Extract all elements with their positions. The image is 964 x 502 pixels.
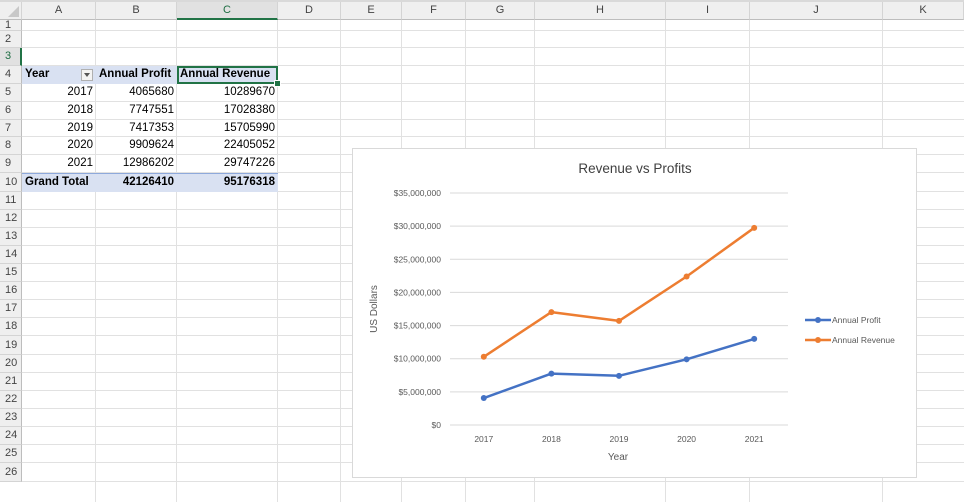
row-header-14[interactable]: 14 <box>0 246 22 264</box>
legend-marker-annual-revenue <box>815 337 821 343</box>
column-header-e[interactable]: E <box>341 2 402 20</box>
row-header-20[interactable]: 20 <box>0 355 22 373</box>
x-axis-label: Year <box>608 452 629 463</box>
grand-total-value[interactable]: 95176318 <box>177 173 278 192</box>
y-tick-label: $25,000,000 <box>394 254 442 264</box>
row-header-6[interactable]: 6 <box>0 102 22 120</box>
data-point-annual-profit <box>616 372 622 379</box>
pivot-value-cell[interactable]: 22405052 <box>177 137 278 155</box>
row-header-8[interactable]: 8 <box>0 137 22 155</box>
pivot-value-cell[interactable]: 9909624 <box>96 137 177 155</box>
data-point-annual-profit <box>683 356 690 363</box>
chart-title: Revenue vs Profits <box>578 161 692 176</box>
fill-handle[interactable] <box>274 80 281 87</box>
y-tick-label: $20,000,000 <box>394 287 442 297</box>
row-header-17[interactable]: 17 <box>0 300 22 318</box>
x-tick-label: 2017 <box>474 434 493 444</box>
row-header-24[interactable]: 24 <box>0 427 22 445</box>
row-header-4[interactable]: 4 <box>0 66 22 84</box>
pivot-year-cell[interactable]: 2020 <box>22 137 96 155</box>
column-header-c[interactable]: C <box>177 2 278 20</box>
legend-label-annual-profit: Annual Profit <box>832 315 881 325</box>
pivot-value-cell[interactable]: 17028380 <box>177 102 278 120</box>
row-header-19[interactable]: 19 <box>0 336 22 355</box>
y-tick-label: $30,000,000 <box>394 221 442 231</box>
row-header-18[interactable]: 18 <box>0 318 22 336</box>
x-tick-label: 2021 <box>745 434 764 444</box>
pivot-value-cell[interactable]: 10289670 <box>177 84 278 102</box>
grid-row-line <box>22 481 964 482</box>
row-header-15[interactable]: 15 <box>0 264 22 282</box>
row-header-1[interactable]: 1 <box>0 20 22 31</box>
grid-row-line <box>22 30 964 31</box>
y-tick-label: $15,000,000 <box>394 321 442 331</box>
column-header-f[interactable]: F <box>402 2 466 20</box>
pivot-value-cell[interactable]: 4065680 <box>96 84 177 102</box>
x-tick-label: 2019 <box>610 434 629 444</box>
column-header-a[interactable]: A <box>22 2 96 20</box>
row-header-3[interactable]: 3 <box>0 48 22 66</box>
row-header-13[interactable]: 13 <box>0 228 22 246</box>
data-point-annual-revenue <box>683 273 690 280</box>
pivot-value-cell[interactable]: 15705990 <box>177 120 278 137</box>
grid-column-line <box>340 20 341 502</box>
row-header-2[interactable]: 2 <box>0 31 22 48</box>
column-header-j[interactable]: J <box>750 2 883 20</box>
row-header-9[interactable]: 9 <box>0 155 22 173</box>
pivot-year-cell[interactable]: 2017 <box>22 84 96 102</box>
pivot-year-cell[interactable]: 2019 <box>22 120 96 137</box>
series-line-annual-profit <box>483 337 755 400</box>
x-tick-label: 2018 <box>542 434 561 444</box>
spreadsheet-grid[interactable]: ABCDEFGHIJK 1 2 3 4 5 6 7 8 9 10 11 12 13 14 15 16 17 18 1… <box>0 0 964 502</box>
row-header-22[interactable]: 22 <box>0 391 22 409</box>
row-header-26[interactable]: 26 <box>0 463 22 482</box>
grand-total-label[interactable]: Grand Total <box>22 173 96 192</box>
filter-dropdown-button[interactable] <box>81 69 93 81</box>
row-header-21[interactable]: 21 <box>0 373 22 391</box>
grand-total-value[interactable]: 42126410 <box>96 173 177 192</box>
grid-row-line <box>22 47 964 48</box>
y-axis-label: US Dollars <box>369 285 380 333</box>
row-header-23[interactable]: 23 <box>0 409 22 427</box>
column-header-d[interactable]: D <box>278 2 341 20</box>
y-tick-label: $35,000,000 <box>394 188 442 198</box>
data-point-annual-revenue <box>751 224 758 231</box>
pivot-value-cell[interactable]: 7417353 <box>96 120 177 137</box>
pivot-header-annual-profit[interactable]: Annual Profit <box>96 66 177 84</box>
y-tick-label: $10,000,000 <box>394 354 442 364</box>
column-header-i[interactable]: I <box>666 2 750 20</box>
row-header-10[interactable]: 10 <box>0 173 22 192</box>
column-header-h[interactable]: H <box>535 2 666 20</box>
pivot-value-cell[interactable]: 29747226 <box>177 155 278 173</box>
column-header-b[interactable]: B <box>96 2 177 20</box>
line-chart[interactable]: Revenue vs Profits $0 $5,000,000 $10,000,00… <box>352 148 917 478</box>
chart-canvas: Revenue vs Profits $0 $5,000,000 $10,000,00… <box>369 161 895 463</box>
pivot-year-cell[interactable]: 2021 <box>22 155 96 173</box>
data-point-annual-profit <box>548 370 555 377</box>
row-header-7[interactable]: 7 <box>0 120 22 137</box>
data-point-annual-revenue <box>548 309 555 316</box>
data-point-annual-profit <box>480 395 487 402</box>
x-tick-label: 2020 <box>677 434 696 444</box>
row-header-11[interactable]: 11 <box>0 192 22 210</box>
select-all-corner[interactable] <box>0 2 22 20</box>
pivot-year-cell[interactable]: 2018 <box>22 102 96 120</box>
legend-label-annual-revenue: Annual Revenue <box>832 335 895 345</box>
data-point-annual-revenue <box>480 353 487 360</box>
pivot-value-cell[interactable]: 7747551 <box>96 102 177 120</box>
row-header-25[interactable]: 25 <box>0 445 22 463</box>
pivot-value-cell[interactable]: 12986202 <box>96 155 177 173</box>
row-header-5[interactable]: 5 <box>0 84 22 102</box>
y-tick-label: $0 <box>432 420 442 430</box>
row-header-16[interactable]: 16 <box>0 282 22 300</box>
column-header-g[interactable]: G <box>466 2 535 20</box>
legend-marker-annual-profit <box>815 317 821 323</box>
data-point-annual-profit <box>751 335 758 342</box>
pivot-header-annual-revenue[interactable]: Annual Revenue <box>177 66 278 84</box>
y-tick-label: $5,000,000 <box>398 387 441 397</box>
row-header-12[interactable]: 12 <box>0 210 22 228</box>
data-point-annual-revenue <box>616 317 622 324</box>
column-header-k[interactable]: K <box>883 2 964 20</box>
